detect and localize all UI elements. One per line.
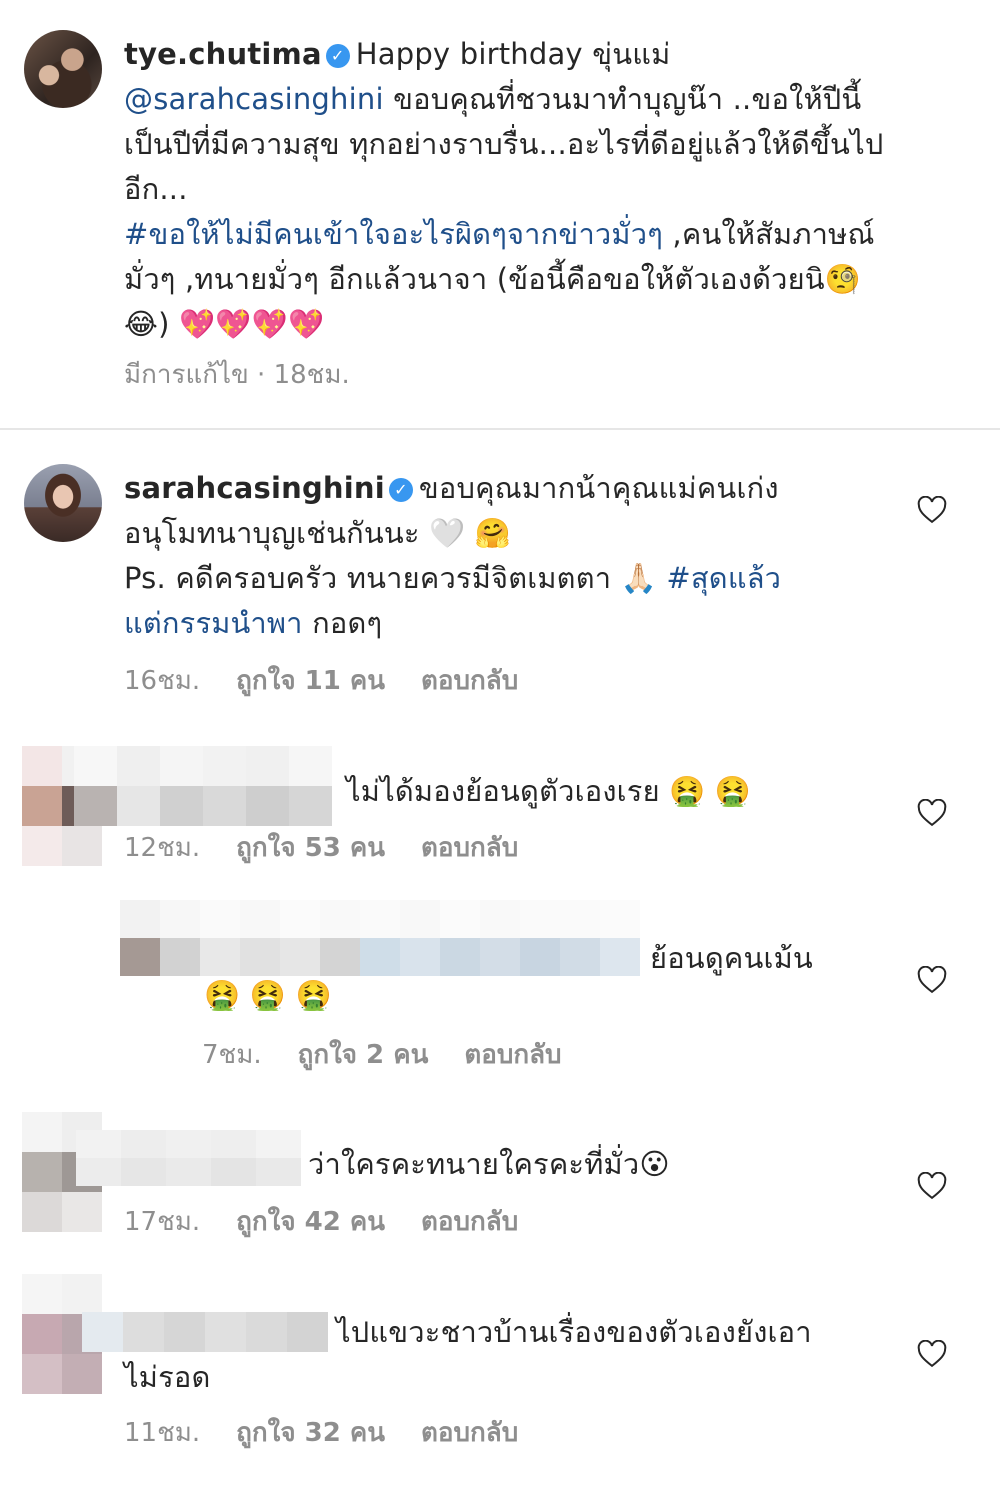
comment-2-text: ไม่ได้มองย้อนดูตัวเองเรย 🤮 🤮 bbox=[346, 774, 752, 808]
comment-1-line-1: ขอบคุณมากน้าคุณแม่คนเก่ง bbox=[418, 471, 779, 505]
comment-4-text: ว่าใครคะทนายใครคะที่มั่ว😮 bbox=[308, 1147, 670, 1181]
reply-button[interactable]: ตอบกลับ bbox=[464, 1040, 561, 1070]
caption-line-4: อีก... bbox=[124, 172, 188, 206]
hashtag-link-cont[interactable]: แต่กรรมนำพา bbox=[124, 606, 303, 640]
comment-4-meta: 17ชม. ถูกใจ 42 คน ตอบกลับ bbox=[124, 1205, 554, 1239]
comment-3-meta: 7ชม. ถูกใจ 2 คน ตอบกลับ bbox=[202, 1038, 598, 1072]
heart-icon[interactable] bbox=[917, 1172, 947, 1200]
caption-line-3: เป็นปีที่มีความสุข ทุกอย่างราบรื่น...อะไ… bbox=[124, 127, 884, 161]
caption-line-6: มั่วๆ ,ทนายมั่วๆ อีกแล้วนาจา (ข้อนี้คือข… bbox=[124, 262, 862, 296]
likes-count-button[interactable]: ถูกใจ 42 คน bbox=[236, 1207, 385, 1237]
comment-3-text: ย้อนดูคนเม้น bbox=[650, 941, 813, 975]
comment-3-emojis: 🤮 🤮 🤮 bbox=[204, 978, 332, 1012]
comment-1-line-2: อนุโมทนาบุญเช่นกันนะ 🤍 🤗 bbox=[124, 516, 512, 550]
reply-button[interactable]: ตอบกลับ bbox=[421, 1207, 518, 1237]
likes-count-button[interactable]: ถูกใจ 32 คน bbox=[236, 1418, 385, 1448]
comment-1-line-4: กอดๆ bbox=[312, 606, 383, 640]
hashtag-link[interactable]: #สุดแล้ว bbox=[666, 561, 781, 595]
avatar-tye-chutima[interactable] bbox=[24, 30, 102, 108]
caption-line-7: 😂) 💖💖💖💖 bbox=[124, 307, 325, 341]
reply-button[interactable]: ตอบกลับ bbox=[421, 833, 518, 863]
comment-1-username[interactable]: sarahcasinghini bbox=[124, 471, 385, 505]
comment-2-meta: 12ชม. ถูกใจ 53 คน ตอบกลับ bbox=[124, 831, 554, 865]
reply-button[interactable]: ตอบกลับ bbox=[421, 1418, 518, 1448]
caption-username[interactable]: tye.chutima bbox=[124, 37, 322, 71]
heart-icon[interactable] bbox=[917, 1340, 947, 1368]
comment-5-text: ไปแขวะชาวบ้านเรื่องของตัวเองยังเอา ไม่รอ… bbox=[124, 1310, 884, 1400]
heart-icon[interactable] bbox=[917, 966, 947, 994]
heart-icon[interactable] bbox=[917, 496, 947, 524]
heart-icon[interactable] bbox=[917, 799, 947, 827]
verified-badge-icon: ✓ bbox=[388, 478, 413, 502]
comment-time: 16ชม. bbox=[124, 666, 201, 696]
caption-line-5: ,คนให้สัมภาษณ์ bbox=[672, 217, 875, 251]
comment-5-meta: 11ชม. ถูกใจ 32 คน ตอบกลับ bbox=[124, 1416, 554, 1450]
username-censored[interactable] bbox=[74, 746, 332, 826]
comment-1-line-3: Ps. คดีครอบครัว ทนายควรมีจิตเมตตา 🙏🏻 bbox=[124, 561, 657, 595]
edited-timestamp: มีการแก้ไข · 18ชม. bbox=[124, 360, 350, 390]
comment-1-text: sarahcasinghini ✓ ขอบคุณมากน้าคุณแม่คนเก่ง… bbox=[124, 466, 894, 646]
divider bbox=[0, 428, 1000, 430]
comment-time: 12ชม. bbox=[124, 833, 201, 863]
likes-count-button[interactable]: ถูกใจ 53 คน bbox=[236, 833, 385, 863]
comment-1-meta: 16ชม. ถูกใจ 11 คน ตอบกลับ bbox=[124, 664, 554, 698]
caption-meta: มีการแก้ไข · 18ชม. bbox=[124, 358, 386, 392]
avatar-sarahcasinghini[interactable] bbox=[24, 464, 102, 542]
reply-button[interactable]: ตอบกลับ bbox=[421, 666, 518, 696]
caption-line-1: Happy birthday ขุ่นแม่ bbox=[355, 37, 671, 71]
caption-text: tye.chutima ✓ Happy birthday ขุ่นแม่ @sara… bbox=[124, 32, 974, 347]
hashtag-link[interactable]: #ขอให้ไม่มีคนเข้าใจอะไรผิดๆจากข่าวมั่วๆ bbox=[124, 217, 663, 251]
comment-5-line-1: ไปแขวะชาวบ้านเรื่องของตัวเองยังเอา bbox=[336, 1315, 812, 1349]
caption-line-2: ขอบคุณที่ชวนมาทำบุญน๊า ..ขอให้ปีนี้ bbox=[393, 82, 862, 116]
mention-link[interactable]: @sarahcasinghini bbox=[124, 82, 384, 116]
reply-user-censored[interactable] bbox=[120, 900, 640, 976]
comment-time: 7ชม. bbox=[202, 1040, 262, 1070]
verified-badge-icon: ✓ bbox=[325, 44, 350, 68]
comment-time: 17ชม. bbox=[124, 1207, 201, 1237]
username-censored[interactable] bbox=[76, 1130, 301, 1186]
comment-time: 11ชม. bbox=[124, 1418, 201, 1448]
comment-5-line-2: ไม่รอด bbox=[124, 1360, 211, 1394]
likes-count-button[interactable]: ถูกใจ 2 คน bbox=[298, 1040, 429, 1070]
likes-count-button[interactable]: ถูกใจ 11 คน bbox=[236, 666, 385, 696]
